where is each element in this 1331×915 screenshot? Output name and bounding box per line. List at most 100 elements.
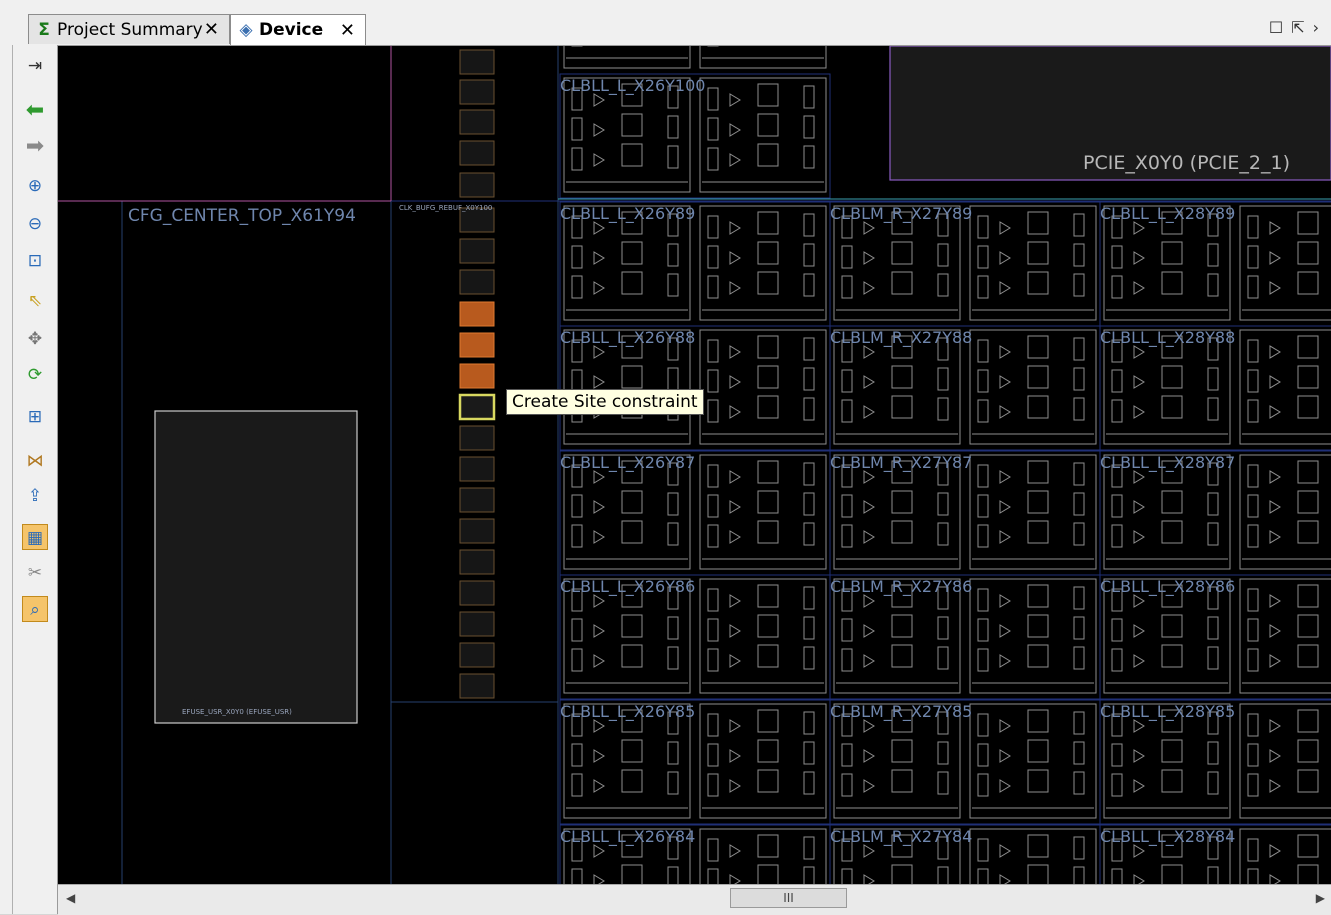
zoom-fit-icon[interactable]: ⊡ (22, 248, 48, 274)
device-icon: ◈ (239, 20, 253, 40)
refresh-icon[interactable]: ⟳ (22, 362, 48, 388)
tab-project-summary[interactable]: Σ Project Summary ✕ (28, 14, 230, 44)
routing-icon[interactable]: ⋈ (22, 448, 48, 474)
clk-site (459, 456, 495, 482)
clk-site (459, 332, 495, 358)
slice (969, 205, 1097, 321)
clk-site (459, 140, 495, 166)
zoom-out-icon[interactable]: ⊖ (22, 211, 48, 237)
clb-tile-label: CLBLL_L_X26Y87 (560, 453, 696, 472)
clb-tile-label: CLBLL_L_X26Y86 (560, 577, 696, 596)
clb-tile-label: CLBLM_R_X27Y88 (830, 328, 973, 347)
restore-icon[interactable]: ☐ (1269, 18, 1291, 37)
close-icon[interactable]: ✕ (204, 19, 219, 40)
clb-tile-label: CLBLL_L_X28Y85 (1100, 702, 1236, 721)
window-controls: ☐⇱› (1269, 18, 1327, 37)
clb-tile-label: CLBLM_R_X27Y85 (830, 702, 973, 721)
slice (1103, 578, 1231, 694)
slice (1103, 205, 1231, 321)
device-canvas[interactable]: CFG_CENTER_TOP_X61Y94 CLK_BUFG_REBUF_X0Y… (58, 46, 1331, 884)
clk-site (459, 673, 495, 699)
forward-arrow-icon[interactable]: ➡ (22, 134, 48, 160)
slice (563, 329, 691, 445)
horizontal-scrollbar[interactable]: ◀ III ▶ (58, 884, 1331, 915)
more-icon[interactable]: › (1313, 18, 1327, 37)
slice (563, 46, 691, 69)
pan-icon[interactable]: ✥ (22, 326, 48, 352)
slice (969, 703, 1097, 819)
clk-site (459, 301, 495, 327)
clb-tile-label: CLBLL_L_X28Y88 (1100, 328, 1236, 347)
slice (563, 205, 691, 321)
slice (699, 454, 827, 570)
zoom-in-icon[interactable]: ⊕ (22, 173, 48, 199)
slice (699, 578, 827, 694)
outer-left-border (0, 45, 13, 914)
tab-label: Project Summary (57, 19, 203, 40)
clb-tile-label: CLBLM_R_X27Y89 (830, 204, 973, 223)
slice (1239, 205, 1331, 321)
efuse-block (154, 410, 358, 724)
clb-tile-label: CLBLL_L_X28Y84 (1100, 827, 1236, 846)
slice (969, 454, 1097, 570)
clb-tile-label: CLBLL_L_X28Y86 (1100, 577, 1236, 596)
slice (563, 578, 691, 694)
efuse-label: EFUSE_USR_X0Y0 (EFUSE_USR) (182, 708, 292, 716)
tooltip: Create Site constraint (506, 389, 704, 415)
slice (833, 703, 961, 819)
slice (833, 205, 961, 321)
clk-site (459, 487, 495, 513)
slice (699, 329, 827, 445)
slice (563, 703, 691, 819)
scroll-thumb[interactable]: III (730, 888, 847, 908)
clk-site (459, 172, 495, 198)
slice (969, 329, 1097, 445)
back-arrow-icon[interactable]: ⬅ (22, 98, 48, 124)
clk-bufg-label: CLK_BUFG_REBUF_X0Y100 (399, 204, 493, 212)
clk-site (459, 109, 495, 135)
clk-site (459, 49, 495, 75)
close-icon[interactable]: ✕ (340, 20, 355, 41)
slice (833, 454, 961, 570)
auto-fit-icon[interactable]: ⇥ (22, 53, 48, 79)
clb-tile-label: CLBLL_L_X26Y85 (560, 702, 696, 721)
clk-site (459, 425, 495, 451)
clk-site (459, 363, 495, 389)
cfg-center-label: CFG_CENTER_TOP_X61Y94 (128, 206, 356, 226)
clk-site (459, 79, 495, 105)
tab-label: Device (259, 20, 324, 40)
clb-tile-label: CLBLL_L_X26Y84 (560, 827, 696, 846)
slice (833, 329, 961, 445)
sigma-icon: Σ (38, 19, 50, 40)
highlight-icon[interactable]: ▦ (22, 524, 48, 550)
tab-device[interactable]: ◈ Device ✕ (230, 14, 366, 45)
clk-site (458, 393, 496, 421)
clk-site (459, 269, 495, 295)
clb-tile-label: CLBLM_R_X27Y87 (830, 453, 973, 472)
search-icon[interactable]: ⌕ (22, 596, 48, 622)
clb-tile-label: CLBLM_R_X27Y84 (830, 827, 973, 846)
slice (1239, 703, 1331, 819)
clb-tile-label: CLBLL_L_X26Y100 (560, 76, 706, 95)
slice (1103, 329, 1231, 445)
unplace-icon[interactable]: ✂ (22, 560, 48, 586)
slice (1239, 329, 1331, 445)
float-icon[interactable]: ⇱ (1291, 18, 1312, 37)
slice (699, 703, 827, 819)
clb-tile-label: CLBLL_L_X28Y89 (1100, 204, 1236, 223)
device-toolbar: ⇥ ⬅ ➡ ⊕ ⊖ ⊡ ⇖ ✥ ⟳ ⊞ ⋈ ⇪ ▦ ✂ ⌕ (13, 45, 58, 914)
scroll-left-icon[interactable]: ◀ (66, 891, 75, 905)
slice (699, 46, 827, 69)
scroll-right-icon[interactable]: ▶ (1316, 891, 1325, 905)
clb-tile-label: CLBLL_L_X28Y87 (1100, 453, 1236, 472)
place-icon[interactable]: ⇪ (22, 483, 48, 509)
slice (1103, 454, 1231, 570)
slice (1239, 578, 1331, 694)
slice (563, 454, 691, 570)
add-pblock-icon[interactable]: ⊞ (22, 404, 48, 430)
clk-site (459, 611, 495, 637)
select-icon[interactable]: ⇖ (22, 288, 48, 314)
clk-site (459, 518, 495, 544)
clb-tile-label: CLBLL_L_X26Y88 (560, 328, 696, 347)
clb-tile-label: CLBLM_R_X27Y86 (830, 577, 973, 596)
